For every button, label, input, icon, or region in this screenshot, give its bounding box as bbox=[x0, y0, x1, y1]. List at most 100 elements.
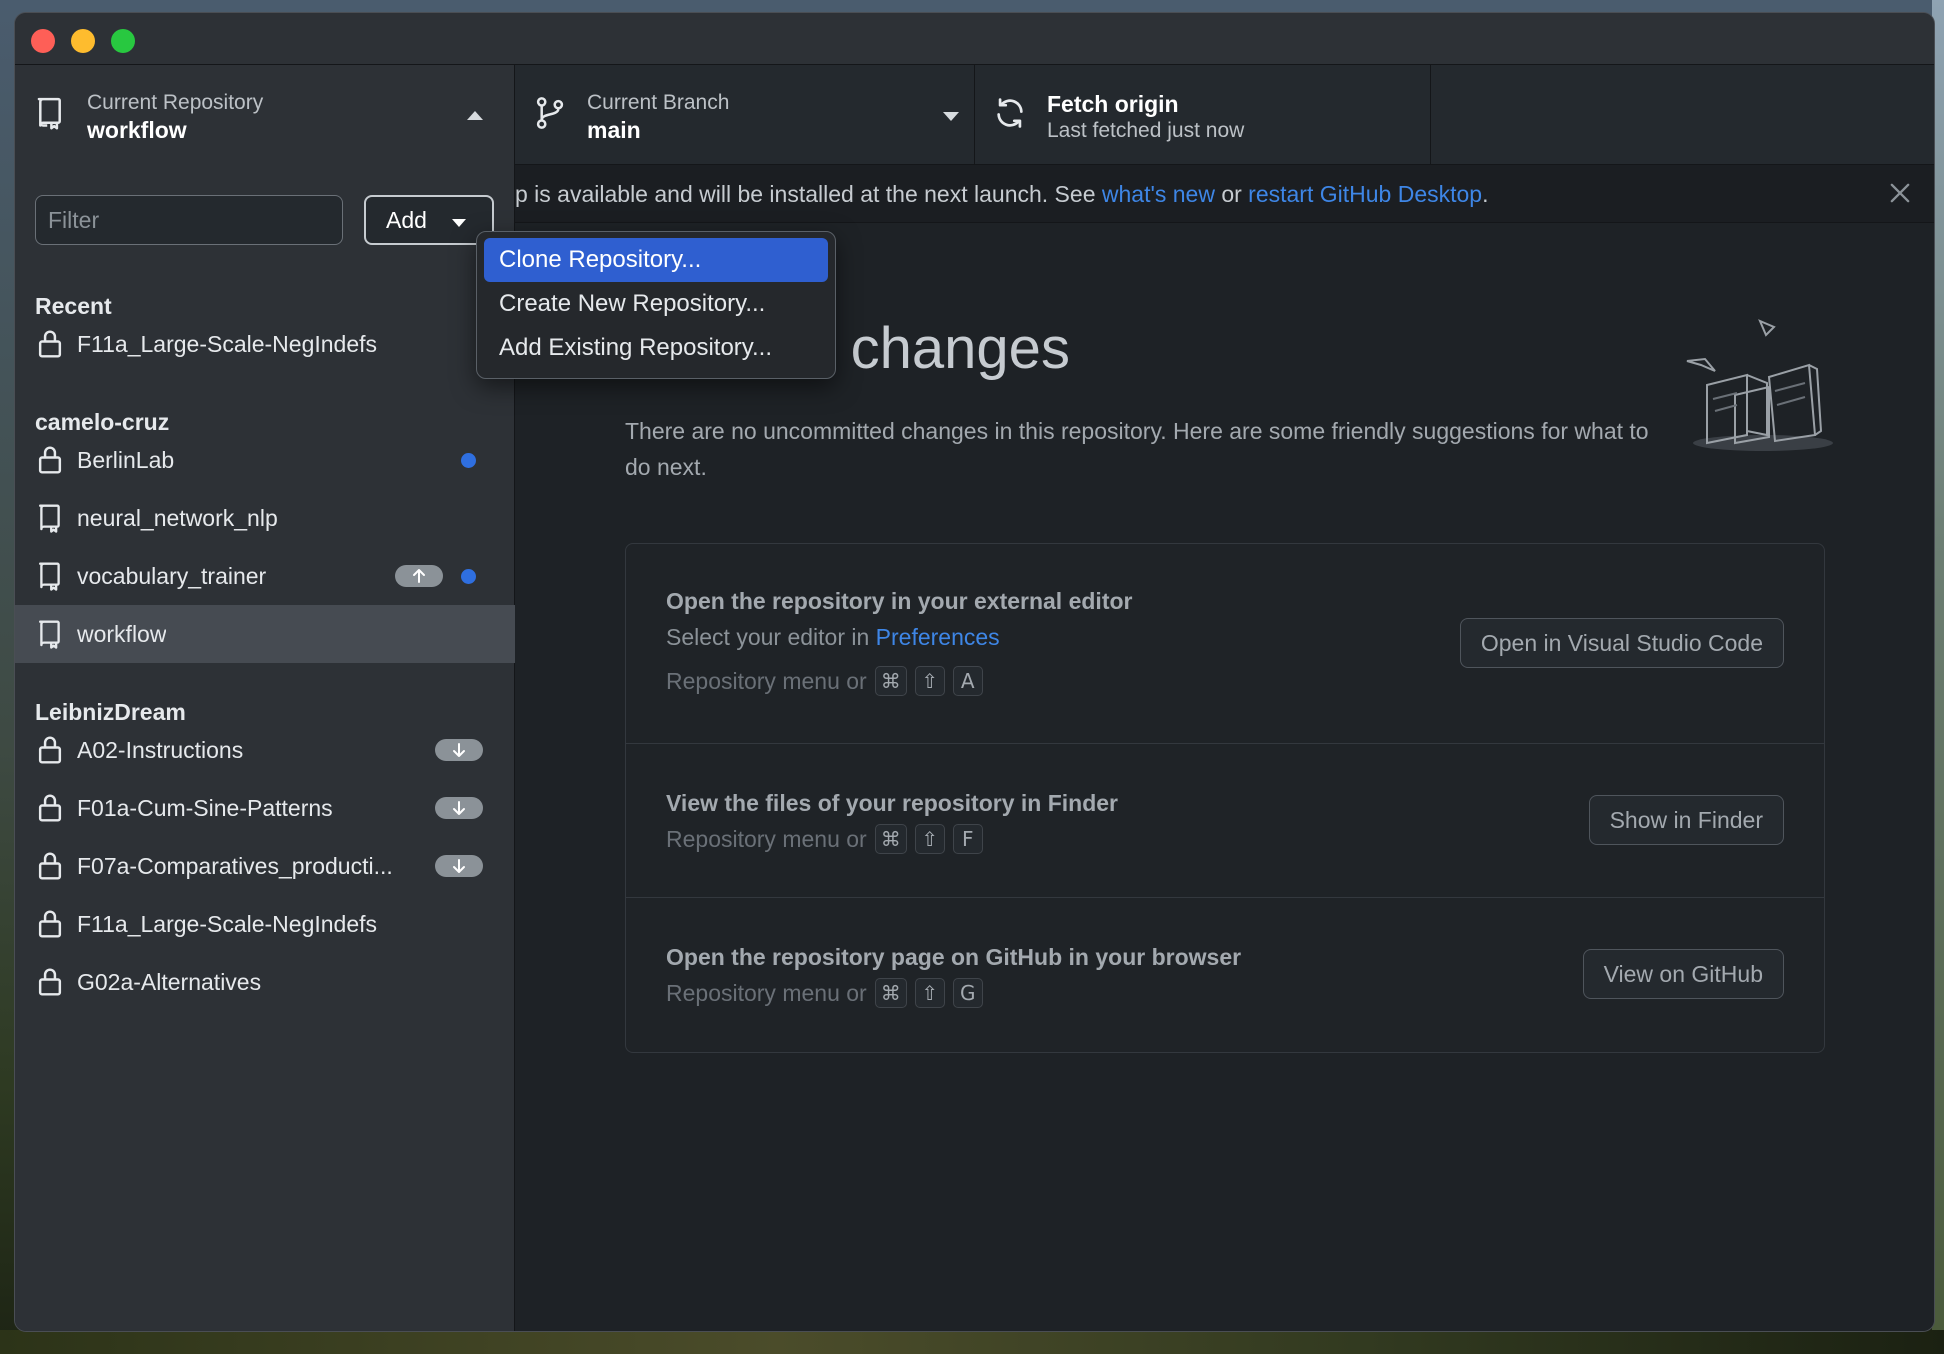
banner-text-prefix: p is available and will be installed at … bbox=[515, 181, 1102, 207]
repo-list-item[interactable]: neural_network_nlp bbox=[15, 489, 515, 547]
repo-list-item[interactable]: F07a-Comparatives_producti... bbox=[15, 837, 515, 895]
desktop-background-bottom bbox=[0, 1330, 1944, 1354]
arrow-down-icon bbox=[453, 743, 465, 757]
repo-list-item[interactable]: F11a_Large-Scale-NegIndefs bbox=[15, 895, 515, 953]
suggestion-description: Select your editor in Preferences bbox=[666, 624, 1000, 651]
command-key: ⌘ bbox=[874, 666, 907, 696]
fetch-origin-button[interactable]: Fetch origin Last fetched just now bbox=[975, 65, 1431, 165]
repo-list-item-selected[interactable]: workflow bbox=[15, 605, 515, 663]
repo-list-item[interactable]: G02a-Alternatives bbox=[15, 953, 515, 1011]
add-button[interactable]: Add bbox=[364, 195, 494, 245]
repo-icon bbox=[38, 562, 60, 591]
behind-badge bbox=[435, 855, 483, 877]
lock-icon bbox=[38, 446, 62, 474]
menu-item-clone-repository[interactable]: Clone Repository... bbox=[484, 238, 828, 282]
page-description: There are no uncommitted changes in this… bbox=[625, 418, 1649, 480]
menu-item-add-existing-repository[interactable]: Add Existing Repository... bbox=[484, 326, 828, 370]
repo-icon bbox=[38, 504, 60, 533]
add-button-label: Add bbox=[386, 206, 427, 233]
restart-github-desktop-link[interactable]: restart GitHub Desktop bbox=[1248, 181, 1482, 207]
repo-icon bbox=[38, 620, 60, 649]
suggestion-card: View the files of your repository in Fin… bbox=[626, 744, 1824, 898]
shortcut-hint: Repository menu or ⌘ ⇧ F bbox=[666, 824, 983, 854]
uncommitted-changes-dot bbox=[461, 453, 476, 468]
repo-icon bbox=[37, 97, 61, 130]
menu-item-create-new-repository[interactable]: Create New Repository... bbox=[484, 282, 828, 326]
current-branch-label: Current Branch bbox=[587, 91, 730, 114]
banner-text-suffix: . bbox=[1482, 181, 1489, 207]
github-desktop-window: Current Repository workflow Current Bran… bbox=[14, 12, 1935, 1332]
preferences-link[interactable]: Preferences bbox=[876, 624, 1000, 650]
repo-list-item[interactable]: BerlinLab bbox=[15, 431, 515, 489]
minimize-window-button[interactable] bbox=[71, 29, 95, 53]
suggestions-list: Open the repository in your external edi… bbox=[625, 543, 1825, 1053]
repo-name: vocabulary_trainer bbox=[77, 563, 267, 589]
repo-name: F11a_Large-Scale-NegIndefs bbox=[77, 911, 378, 937]
repo-list-item[interactable]: F11a_Large-Scale-NegIndefs bbox=[15, 315, 515, 373]
repo-list-item[interactable]: A02-Instructions bbox=[15, 721, 515, 779]
shortcut-hint: Repository menu or ⌘ ⇧ G bbox=[666, 978, 983, 1008]
toolbar: Current Repository workflow Current Bran… bbox=[15, 65, 1934, 165]
repo-name: F07a-Comparatives_producti... bbox=[77, 853, 393, 879]
repo-name: workflow bbox=[77, 621, 167, 647]
maximize-window-button[interactable] bbox=[111, 29, 135, 53]
shortcut-hint: Repository menu or ⌘ ⇧ A bbox=[666, 666, 983, 696]
behind-badge bbox=[435, 739, 483, 761]
uncommitted-changes-dot bbox=[461, 569, 476, 584]
ahead-badge bbox=[395, 565, 443, 587]
behind-badge bbox=[435, 797, 483, 819]
open-in-editor-button[interactable]: Open in Visual Studio Code bbox=[1459, 618, 1784, 668]
command-key: ⌘ bbox=[874, 824, 907, 854]
shortcut-hint-text: Repository menu or bbox=[666, 667, 867, 694]
no-changes-view: No local changes There are no uncommitte… bbox=[515, 223, 1934, 1331]
lock-icon bbox=[38, 968, 62, 996]
chevron-down-icon bbox=[943, 112, 959, 121]
letter-key: F bbox=[952, 824, 983, 854]
lock-icon bbox=[38, 852, 62, 880]
shift-key: ⇧ bbox=[914, 666, 945, 696]
suggestion-desc-text: Select your editor in bbox=[666, 624, 876, 650]
sync-icon bbox=[997, 98, 1023, 128]
view-on-github-button[interactable]: View on GitHub bbox=[1582, 949, 1784, 999]
suggestion-title: Open the repository page on GitHub in yo… bbox=[666, 944, 1242, 970]
shift-key: ⇧ bbox=[914, 824, 945, 854]
shortcut-hint-text: Repository menu or bbox=[666, 825, 867, 852]
repository-list-panel: Add Recent F11a_Large-Scale-NegIndefs ca… bbox=[15, 165, 515, 1331]
banner-text-mid: or bbox=[1214, 181, 1249, 207]
fetch-origin-label: Fetch origin bbox=[1047, 91, 1179, 117]
branch-icon bbox=[536, 97, 564, 129]
suggestion-title: View the files of your repository in Fin… bbox=[666, 790, 1118, 816]
lock-icon bbox=[38, 910, 62, 938]
repo-list-item[interactable]: F01a-Cum-Sine-Patterns bbox=[15, 779, 515, 837]
repo-list-item[interactable]: vocabulary_trainer bbox=[15, 547, 515, 605]
suggestion-card: Open the repository page on GitHub in yo… bbox=[626, 898, 1824, 1052]
repo-name: neural_network_nlp bbox=[77, 505, 278, 531]
current-repository-value: workflow bbox=[87, 117, 187, 143]
shortcut-hint-text: Repository menu or bbox=[666, 979, 867, 1006]
arrow-down-icon bbox=[453, 801, 465, 815]
repo-name: G02a-Alternatives bbox=[77, 969, 262, 995]
current-branch-dropdown[interactable]: Current Branch main bbox=[515, 65, 975, 165]
lock-icon bbox=[38, 794, 62, 822]
letter-key: A bbox=[952, 666, 983, 696]
last-fetched-label: Last fetched just now bbox=[1047, 119, 1245, 142]
chevron-up-icon bbox=[467, 111, 483, 120]
close-icon[interactable] bbox=[1886, 179, 1914, 207]
title-bar[interactable] bbox=[15, 13, 1934, 65]
close-window-button[interactable] bbox=[31, 29, 55, 53]
filter-input[interactable] bbox=[35, 195, 343, 245]
current-repository-dropdown[interactable]: Current Repository workflow bbox=[15, 65, 515, 165]
add-dropdown-menu: Clone Repository... Create New Repositor… bbox=[476, 231, 836, 379]
suggestion-card: Open the repository in your external edi… bbox=[626, 544, 1824, 744]
empty-boxes-illustration-icon bbox=[1686, 319, 1833, 451]
current-branch-value: main bbox=[587, 117, 641, 143]
repo-name: BerlinLab bbox=[77, 447, 175, 473]
lock-icon bbox=[38, 736, 62, 764]
arrow-up-icon bbox=[413, 569, 425, 583]
command-key: ⌘ bbox=[874, 978, 907, 1008]
repo-name: A02-Instructions bbox=[77, 737, 244, 763]
show-in-finder-button[interactable]: Show in Finder bbox=[1588, 795, 1784, 845]
whats-new-link[interactable]: what's new bbox=[1102, 181, 1215, 207]
current-repository-label: Current Repository bbox=[87, 91, 264, 114]
repo-name: F01a-Cum-Sine-Patterns bbox=[77, 795, 333, 821]
